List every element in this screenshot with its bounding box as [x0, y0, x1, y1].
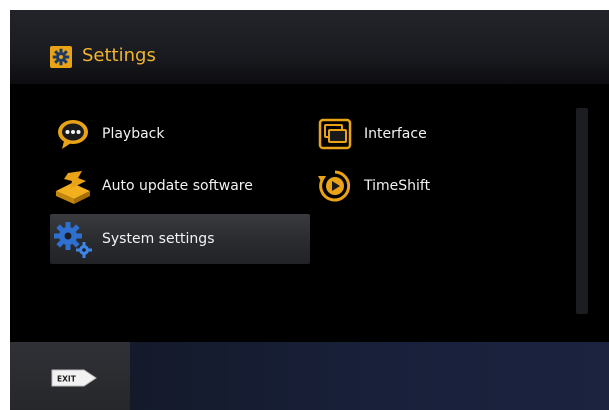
scrollbar[interactable]: [576, 108, 588, 314]
exit-key-label: EXIT: [57, 375, 77, 384]
menu-item-label: Playback: [102, 126, 165, 142]
exit-key-icon[interactable]: EXIT: [50, 368, 100, 388]
settings-screen: Settings Playback Auto update software S…: [10, 10, 609, 410]
menu-item-label: System settings: [102, 231, 215, 247]
page-title: Settings: [82, 45, 156, 66]
timeshift-icon: [312, 166, 358, 206]
speech-bubble-icon: [50, 114, 96, 154]
footer: EXIT: [10, 342, 609, 410]
gear-icon: [50, 46, 72, 68]
gears-icon: [50, 219, 96, 259]
menu-item-timeshift[interactable]: TimeShift: [312, 164, 532, 208]
header: Settings: [10, 10, 609, 84]
menu-item-label: TimeShift: [364, 178, 431, 194]
footer-key-panel: EXIT: [10, 342, 130, 410]
menu-item-playback[interactable]: Playback: [50, 112, 308, 156]
menu-item-interface[interactable]: Interface: [312, 112, 532, 156]
menu-item-label: Auto update software: [102, 178, 253, 194]
interface-icon: [312, 114, 358, 154]
update-box-icon: [50, 166, 96, 206]
menu-item-auto-update-software[interactable]: Auto update software: [50, 164, 308, 208]
menu-item-label: Interface: [364, 126, 427, 142]
menu-item-system-settings[interactable]: System settings: [50, 214, 310, 264]
